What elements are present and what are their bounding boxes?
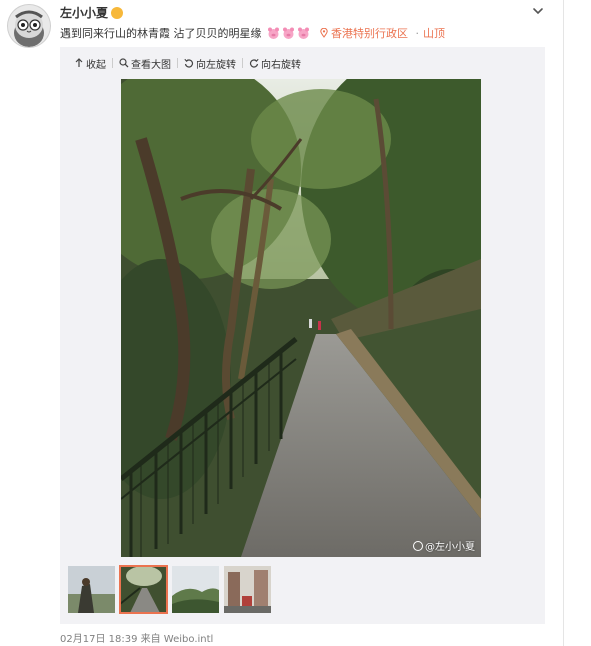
thumbnail-image [172, 566, 219, 613]
rotate-left-icon [184, 58, 194, 68]
media-viewer: 收起 查看大图 向左旋转 向右旋转 @左小小夏 [60, 47, 545, 624]
thumbnail-1[interactable] [68, 566, 115, 613]
thumbnail-4[interactable] [224, 566, 271, 613]
magnifier-icon [119, 58, 129, 68]
location-sub-link[interactable]: 山顶 [423, 27, 445, 40]
post-text-row: 遇到同来行山的林青霞 沾了贝贝的明星缘 香港特别行政区 · 山顶 [60, 25, 445, 41]
location-separator: · [415, 27, 420, 40]
pig-emoji-icon [268, 27, 279, 39]
rotate-right-icon [249, 58, 259, 68]
weibo-icon [413, 540, 423, 551]
collapse-button[interactable]: 收起 [74, 56, 106, 71]
rotate-left-button[interactable]: 向左旋转 [184, 56, 236, 71]
chevron-down-icon[interactable] [531, 4, 545, 18]
watermark-text: @左小小夏 [425, 542, 475, 553]
media-toolbar: 收起 查看大图 向左旋转 向右旋转 [74, 55, 301, 71]
username-link[interactable]: 左小小夏 [60, 6, 108, 20]
thumbnail-2[interactable] [119, 565, 168, 614]
rotate-right-label: 向右旋转 [261, 59, 301, 71]
view-large-label: 查看大图 [131, 59, 171, 71]
toolbar-divider [242, 58, 243, 68]
rotate-right-button[interactable]: 向右旋转 [249, 56, 301, 71]
thumbnail-3[interactable] [172, 566, 219, 613]
username-row: 左小小夏 [60, 4, 124, 21]
collapse-label: 收起 [86, 59, 106, 71]
location-pin-icon [319, 27, 328, 38]
location-main: 香港特别行政区 [331, 27, 408, 40]
avatar-image [8, 5, 50, 47]
toolbar-divider [177, 58, 178, 68]
avatar[interactable] [8, 5, 50, 47]
photo-watermark: @左小小夏 [413, 538, 475, 553]
pig-emoji-icon [283, 27, 294, 39]
rotate-left-label: 向左旋转 [196, 59, 236, 71]
smile-emoji-icon [111, 7, 124, 19]
toolbar-divider [112, 58, 113, 68]
collapse-up-icon [75, 58, 83, 67]
thumbnail-image [68, 566, 115, 613]
location-link[interactable]: 香港特别行政区 [319, 27, 412, 40]
thumbnail-image [224, 566, 271, 613]
view-large-button[interactable]: 查看大图 [119, 56, 171, 71]
forest-path-image [121, 79, 481, 557]
main-photo[interactable]: @左小小夏 [121, 79, 481, 557]
feed-divider [563, 0, 564, 646]
post-text: 遇到同来行山的林青霞 沾了贝贝的明星缘 [60, 27, 262, 40]
post-meta: 02月17日 18:39 来自 Weibo.intl [60, 634, 214, 645]
thumbnail-image [120, 566, 167, 613]
pig-emoji-icon [298, 27, 309, 39]
